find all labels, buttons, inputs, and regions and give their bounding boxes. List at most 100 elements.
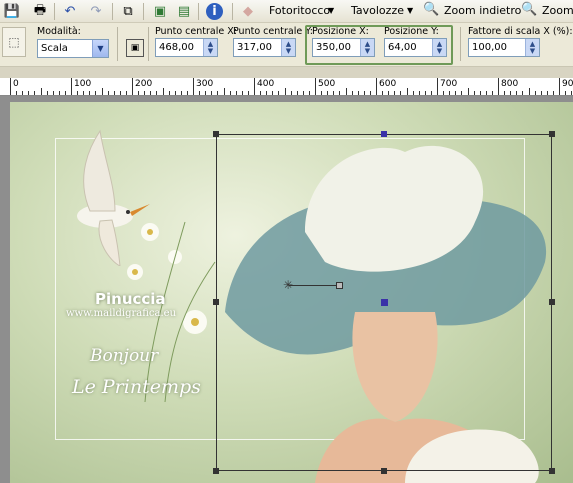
ruler-minor-tick <box>345 88 347 95</box>
resize-handle[interactable] <box>213 131 219 137</box>
ruler-minor-tick <box>540 91 542 95</box>
ruler-minor-tick <box>479 91 481 95</box>
resize-handle[interactable] <box>549 299 555 305</box>
resize-handle[interactable] <box>213 299 219 305</box>
image-alt-icon[interactable]: ▤ <box>174 2 194 21</box>
new-window-icon[interactable]: ⧉ <box>118 2 138 21</box>
zoom-in-icon[interactable]: 🔍 <box>521 2 537 17</box>
ruler-label: 200 <box>135 79 153 89</box>
ruler-minor-tick <box>28 91 30 95</box>
ruler-minor-tick <box>58 91 60 95</box>
ruler-minor-tick <box>400 91 402 95</box>
punto-y-value: 317,00 <box>237 42 272 53</box>
undo-icon[interactable]: ↶ <box>60 2 80 21</box>
fattore-field[interactable]: 100,00 ▲ ▼ <box>468 38 540 57</box>
ruler-minor-tick <box>516 91 518 95</box>
ruler-minor-tick <box>546 91 548 95</box>
spinner-arrows-icon[interactable]: ▲ ▼ <box>203 39 217 56</box>
chevron-down-icon[interactable]: ▼ <box>407 6 413 15</box>
horizontal-ruler: 0 100 200 300 400 500 600 700 800 900 <box>0 78 573 96</box>
ruler-minor-tick <box>430 91 432 95</box>
ruler-minor-tick <box>174 91 176 95</box>
eraser-icon[interactable]: ◆ <box>238 2 258 21</box>
ruler-minor-tick <box>107 91 109 95</box>
separator <box>148 27 149 61</box>
resize-handle[interactable] <box>381 131 387 137</box>
punto-x-value: 468,00 <box>159 42 194 53</box>
ruler-minor-tick <box>40 88 42 95</box>
resize-handle[interactable] <box>549 131 555 137</box>
ruler-minor-tick <box>205 91 207 95</box>
ruler-minor-tick <box>217 91 219 95</box>
ruler-major-tick <box>193 78 194 95</box>
rotation-handle-icon[interactable]: ✳ <box>283 279 295 291</box>
ruler-minor-tick <box>125 91 127 95</box>
ruler-minor-tick <box>272 91 274 95</box>
resize-handle[interactable] <box>549 468 555 474</box>
rotation-pivot-handle[interactable] <box>336 282 343 289</box>
ruler-minor-tick <box>333 91 335 95</box>
resize-handle[interactable] <box>381 468 387 474</box>
ruler-label: 600 <box>379 79 397 89</box>
image-canvas[interactable]: Pinuccia www.maildigrafica.eu Bonjour Le… <box>0 96 573 483</box>
ruler-major-tick <box>132 78 133 95</box>
ruler-minor-tick <box>150 91 152 95</box>
ruler-minor-tick <box>162 88 164 95</box>
redo-icon[interactable]: ↷ <box>86 2 106 21</box>
ruler-minor-tick <box>46 91 48 95</box>
pick-tool-icon[interactable]: ▣ <box>126 39 144 57</box>
info-icon[interactable]: i <box>206 3 223 20</box>
chevron-down-icon[interactable]: ▼ <box>328 6 334 15</box>
ruler-major-tick <box>71 78 72 95</box>
main-toolbar: 💾 🖶 ↶ ↷ ⧉ ▣ ▤ i ◆ Fotoritocco ▼ Tavolozz… <box>0 0 573 23</box>
ruler-label: 400 <box>257 79 275 89</box>
punto-x-field[interactable]: 468,00 ▲ ▼ <box>155 38 218 57</box>
ruler-minor-tick <box>522 91 524 95</box>
ruler-major-tick <box>559 78 560 95</box>
center-point-handle[interactable] <box>381 299 388 306</box>
ruler-minor-tick <box>89 91 91 95</box>
ruler-minor-tick <box>510 91 512 95</box>
resize-handle[interactable] <box>213 468 219 474</box>
modalita-select[interactable]: Scala ▼ <box>37 39 109 58</box>
ruler-minor-tick <box>491 91 493 95</box>
separator <box>117 27 118 61</box>
ruler-minor-tick <box>229 91 231 95</box>
image-icon[interactable]: ▣ <box>150 2 170 21</box>
artwork-line2-text: Le Printemps <box>72 376 201 398</box>
zoom-out-icon[interactable]: 🔍 <box>423 2 439 17</box>
ruler-minor-tick <box>449 91 451 95</box>
ruler-minor-tick <box>260 91 262 95</box>
ruler-minor-tick <box>16 91 18 95</box>
ruler-minor-tick <box>77 91 79 95</box>
artwork-line1-text: Bonjour <box>90 346 159 366</box>
chevron-down-icon[interactable]: ▼ <box>92 40 108 57</box>
ruler-label: 900 <box>562 79 573 89</box>
ruler-minor-tick <box>565 91 567 95</box>
ruler-minor-tick <box>235 91 237 95</box>
position-highlight-box <box>305 25 453 65</box>
ruler-minor-tick <box>528 88 530 95</box>
punto-x-label: Punto centrale X: <box>155 26 237 37</box>
menu-zoom-avanti[interactable]: Zoom a <box>542 4 573 17</box>
ruler-major-tick <box>10 78 11 95</box>
ruler-minor-tick <box>357 91 359 95</box>
ruler-minor-tick <box>144 91 146 95</box>
spinner-arrows-icon[interactable]: ▲ ▼ <box>281 39 295 56</box>
ruler-label: 500 <box>318 79 336 89</box>
menu-fotoritocco[interactable]: Fotoritocco <box>269 4 330 17</box>
save-icon[interactable]: 💾 <box>2 2 22 21</box>
separator <box>460 27 461 61</box>
fattore-value: 100,00 <box>472 42 507 53</box>
punto-y-field[interactable]: 317,00 ▲ ▼ <box>233 38 296 57</box>
ruler-minor-tick <box>278 91 280 95</box>
tool-presets-icon[interactable]: ⬚ <box>2 27 26 57</box>
ruler-major-tick <box>437 78 438 95</box>
ruler-minor-tick <box>339 91 341 95</box>
menu-tavolozze[interactable]: Tavolozze <box>351 4 404 17</box>
ruler-minor-tick <box>52 91 54 95</box>
print-icon[interactable]: 🖶 <box>30 2 50 21</box>
spinner-arrows-icon[interactable]: ▲ ▼ <box>525 39 539 56</box>
menu-zoom-indietro[interactable]: Zoom indietro <box>444 4 521 17</box>
ruler-label: 0 <box>13 79 19 89</box>
